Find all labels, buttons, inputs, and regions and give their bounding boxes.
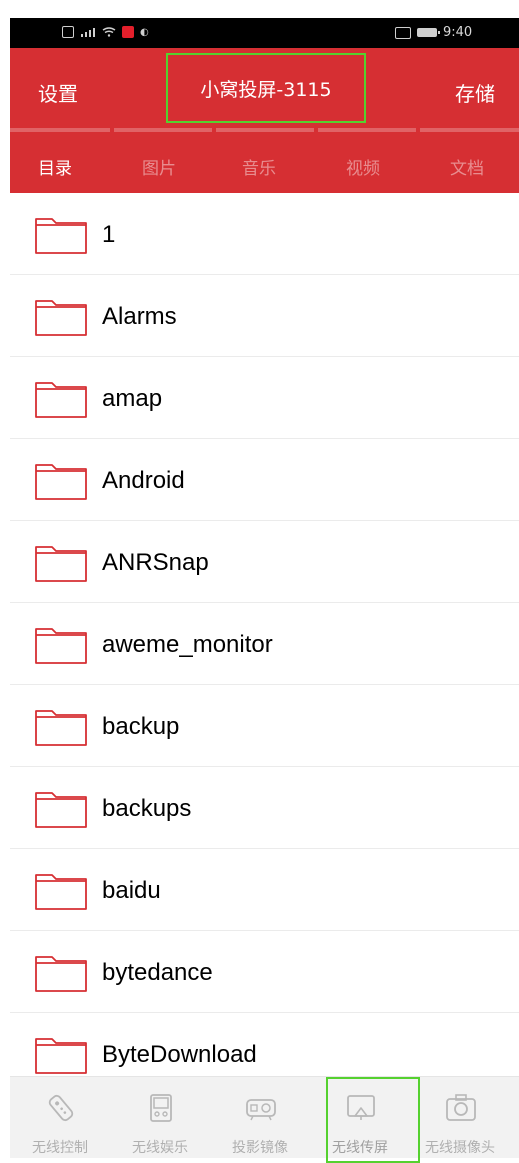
folder-name: ByteDownload bbox=[102, 1041, 257, 1068]
nav-label: 无线传屏 bbox=[332, 1140, 388, 1156]
folder-icon bbox=[35, 546, 87, 582]
folder-name: aweme_monitor bbox=[102, 631, 273, 658]
device-title[interactable]: 小窝投屏-3115 bbox=[166, 53, 366, 123]
tab-videos[interactable]: 视频 bbox=[346, 154, 380, 179]
category-tabs: 目录 图片 音乐 视频 文档 bbox=[10, 132, 519, 193]
tab-images[interactable]: 图片 bbox=[142, 154, 176, 179]
nav-label: 无线控制 bbox=[32, 1140, 88, 1156]
folder-row[interactable]: ANRSnap bbox=[10, 521, 519, 603]
folder-name: ANRSnap bbox=[102, 549, 209, 576]
folder-name: Alarms bbox=[102, 303, 177, 330]
folder-icon bbox=[35, 792, 87, 828]
app-header: 设置 小窝投屏-3115 存储 目录 图片 音乐 视频 文档 bbox=[10, 48, 519, 193]
folder-icon bbox=[35, 956, 87, 992]
nav-wireless-entertainment[interactable]: 无线娱乐 bbox=[110, 1085, 210, 1159]
folder-icon bbox=[35, 218, 87, 254]
folder-name: baidu bbox=[102, 877, 161, 904]
signal-icon bbox=[81, 28, 95, 37]
nav-label: 无线娱乐 bbox=[132, 1140, 188, 1156]
folder-row[interactable]: backups bbox=[10, 767, 519, 849]
nav-wireless-control[interactable]: 无线控制 bbox=[10, 1085, 110, 1159]
tab-directory[interactable]: 目录 bbox=[38, 154, 72, 179]
nav-label: 无线摄像头 bbox=[425, 1140, 495, 1156]
folder-row[interactable]: Alarms bbox=[10, 275, 519, 357]
folder-icon bbox=[35, 300, 87, 336]
screen-cast-icon bbox=[347, 1095, 375, 1120]
nav-wireless-camera[interactable]: 无线摄像头 bbox=[410, 1085, 510, 1159]
tab-music[interactable]: 音乐 bbox=[242, 154, 276, 179]
folder-icon bbox=[35, 628, 87, 664]
nfc-icon bbox=[395, 26, 411, 39]
nav-projection-mirror[interactable]: 投影镜像 bbox=[210, 1085, 310, 1159]
folder-icon bbox=[35, 874, 87, 910]
camera-icon bbox=[446, 1094, 476, 1121]
app-icon: ◐ bbox=[140, 26, 149, 38]
header-row: 设置 小窝投屏-3115 存储 bbox=[10, 48, 519, 132]
folder-row[interactable]: ByteDownload bbox=[10, 1013, 519, 1076]
settings-button[interactable]: 设置 bbox=[38, 78, 78, 107]
sim-icon bbox=[62, 26, 74, 38]
folder-name: amap bbox=[102, 385, 163, 412]
folder-name: bytedance bbox=[102, 959, 213, 986]
status-right-icons: 9:40 bbox=[395, 25, 472, 40]
folder-name: backup bbox=[102, 713, 180, 740]
storage-button[interactable]: 存储 bbox=[455, 78, 495, 107]
bottom-navigation: 无线控制 无线娱乐 投影镜像 无线传屏 无线摄像头 bbox=[10, 1076, 519, 1163]
folder-name: 1 bbox=[102, 221, 116, 248]
tab-documents[interactable]: 文档 bbox=[450, 154, 484, 179]
folder-icon bbox=[35, 710, 87, 746]
nav-label: 投影镜像 bbox=[232, 1140, 288, 1156]
folder-icon bbox=[35, 382, 87, 418]
folder-row[interactable]: Android bbox=[10, 439, 519, 521]
folder-icon bbox=[35, 464, 87, 500]
folder-row[interactable]: 1 bbox=[10, 193, 519, 275]
folder-row[interactable]: backup bbox=[10, 685, 519, 767]
status-left-icons: ◐ bbox=[62, 26, 149, 38]
folder-name: backups bbox=[102, 795, 192, 822]
status-bar: ◐ 9:40 bbox=[10, 18, 519, 48]
gamepad-icon bbox=[150, 1094, 172, 1122]
notification-badge-icon bbox=[122, 26, 134, 38]
wifi-icon bbox=[102, 27, 116, 37]
folder-row[interactable]: amap bbox=[10, 357, 519, 439]
remote-control-icon bbox=[48, 1094, 74, 1122]
nav-wireless-screen-cast[interactable]: 无线传屏 bbox=[310, 1077, 420, 1163]
folder-list: 1 Alarms amap Android ANRSnap aweme_moni… bbox=[10, 193, 519, 1076]
folder-row[interactable]: baidu bbox=[10, 849, 519, 931]
folder-name: Android bbox=[102, 467, 185, 494]
folder-icon bbox=[35, 1038, 87, 1074]
projector-icon bbox=[246, 1099, 276, 1121]
folder-row[interactable]: bytedance bbox=[10, 931, 519, 1013]
folder-row[interactable]: aweme_monitor bbox=[10, 603, 519, 685]
battery-icon bbox=[417, 28, 440, 37]
status-time: 9:40 bbox=[443, 25, 473, 40]
